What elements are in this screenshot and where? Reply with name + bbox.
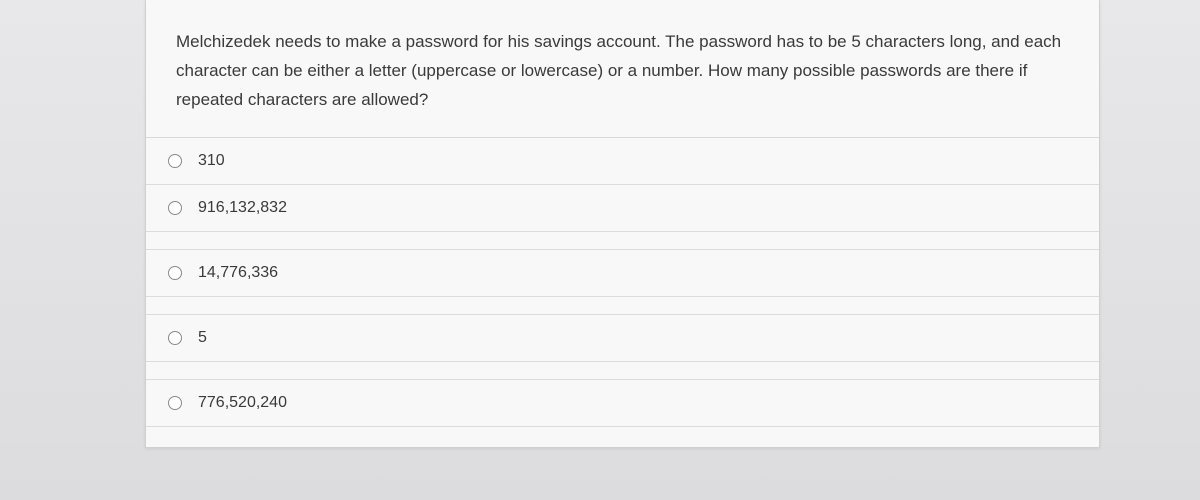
option-label: 310 <box>196 152 225 170</box>
option-label: 916,132,832 <box>196 199 287 217</box>
options-list: 310 916,132,832 14,776,336 5 776,520,240 <box>146 138 1099 447</box>
option-row[interactable]: 14,776,336 <box>146 250 1099 297</box>
radio-icon[interactable] <box>168 154 182 168</box>
option-row[interactable]: 776,520,240 <box>146 380 1099 427</box>
radio-icon[interactable] <box>168 201 182 215</box>
option-row[interactable]: 5 <box>146 315 1099 362</box>
option-row[interactable]: 310 <box>146 138 1099 185</box>
option-label: 14,776,336 <box>196 264 278 282</box>
question-text: Melchizedek needs to make a password for… <box>146 0 1099 138</box>
option-row[interactable]: 916,132,832 <box>146 185 1099 232</box>
option-label: 776,520,240 <box>196 394 287 412</box>
radio-icon[interactable] <box>168 396 182 410</box>
card-bottom-padding <box>146 427 1099 447</box>
question-card: Melchizedek needs to make a password for… <box>145 0 1100 448</box>
radio-icon[interactable] <box>168 266 182 280</box>
option-spacer <box>146 297 1099 315</box>
option-label: 5 <box>196 329 207 347</box>
option-spacer <box>146 232 1099 250</box>
radio-icon[interactable] <box>168 331 182 345</box>
option-spacer <box>146 362 1099 380</box>
